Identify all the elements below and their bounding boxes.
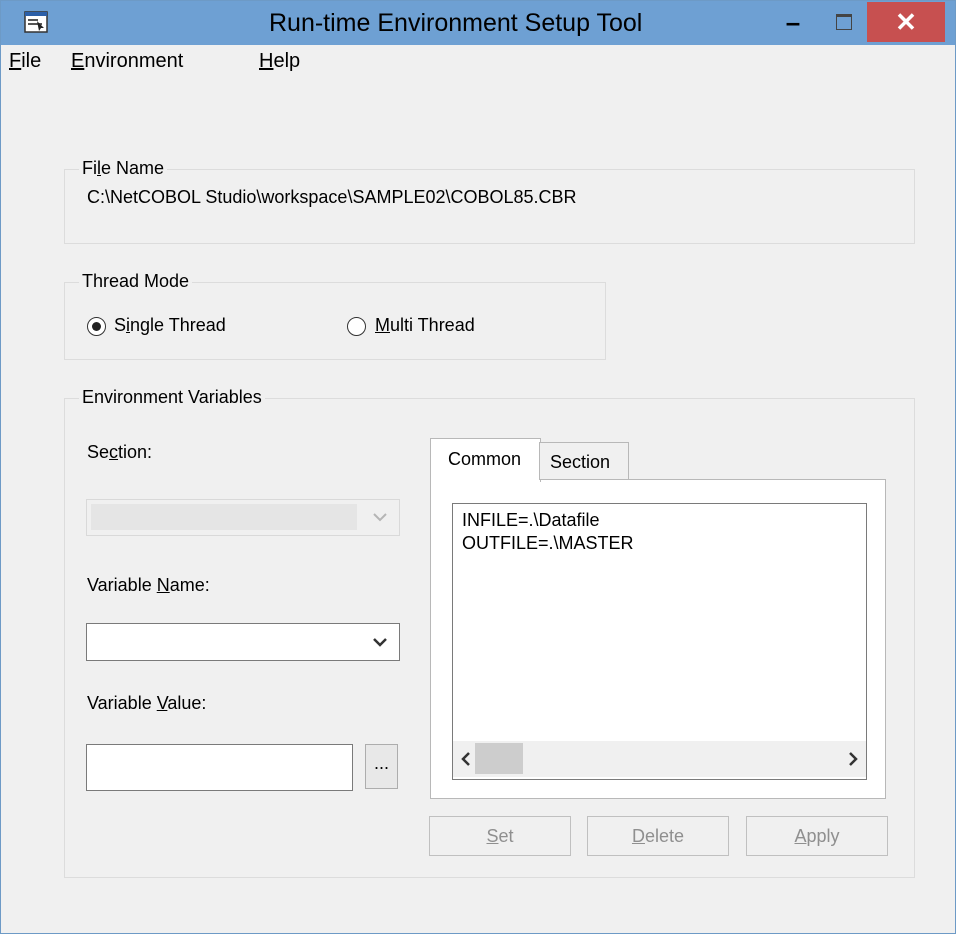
scroll-right-icon[interactable] — [848, 752, 858, 766]
variable-value-input[interactable] — [86, 744, 353, 791]
horizontal-scrollbar[interactable] — [453, 741, 866, 777]
scroll-left-icon[interactable] — [461, 752, 471, 766]
multi-thread-radio[interactable] — [347, 317, 366, 336]
set-button[interactable]: Set — [429, 816, 571, 856]
variable-name-combobox[interactable] — [86, 623, 400, 661]
chevron-down-icon — [373, 638, 387, 647]
browse-button[interactable]: ... — [365, 744, 398, 789]
app-window: Run-time Environment Setup Tool – ✕ File… — [0, 0, 956, 934]
scroll-thumb[interactable] — [475, 743, 523, 774]
file-name-value: C:\NetCOBOL Studio\workspace\SAMPLE02\CO… — [87, 187, 577, 207]
environment-variables-legend: Environment Variables — [79, 387, 265, 408]
menu-help[interactable]: Help — [259, 50, 300, 73]
multi-thread-label[interactable]: Multi Thread — [375, 315, 475, 336]
menu-file[interactable]: File — [9, 50, 41, 73]
variable-line[interactable]: OUTFILE=.\MASTER — [462, 533, 634, 554]
radio-selected-dot — [92, 322, 101, 331]
section-label: Section: — [87, 442, 153, 462]
close-button[interactable]: ✕ — [867, 2, 945, 42]
menu-bar: File Environment Help — [1, 45, 955, 77]
variables-list[interactable]: INFILE=.\Datafile OUTFILE=.\MASTER — [452, 503, 867, 780]
single-thread-label[interactable]: Single Thread — [114, 315, 226, 336]
maximize-button[interactable] — [823, 5, 863, 39]
menu-environment[interactable]: Environment — [71, 50, 183, 73]
maximize-icon — [836, 14, 852, 30]
single-thread-radio[interactable] — [87, 317, 106, 336]
chevron-down-icon — [373, 513, 387, 522]
window-title: Run-time Environment Setup Tool — [269, 9, 643, 37]
delete-button[interactable]: Delete — [587, 816, 729, 856]
variable-name-label: Variable Name: — [87, 575, 210, 595]
app-icon — [24, 11, 48, 33]
variable-line[interactable]: INFILE=.\Datafile — [462, 510, 600, 531]
apply-button[interactable]: Apply — [746, 816, 888, 856]
thread-mode-legend: Thread Mode — [79, 271, 193, 292]
tab-section[interactable]: Section — [539, 442, 629, 480]
minimize-button[interactable]: – — [773, 5, 813, 39]
file-name-legend: File Name — [79, 158, 168, 179]
section-combobox[interactable] — [86, 499, 400, 536]
variable-value-label: Variable Value: — [87, 693, 207, 713]
title-bar[interactable]: Run-time Environment Setup Tool – ✕ — [1, 1, 955, 45]
tab-common[interactable]: Common — [430, 438, 541, 482]
